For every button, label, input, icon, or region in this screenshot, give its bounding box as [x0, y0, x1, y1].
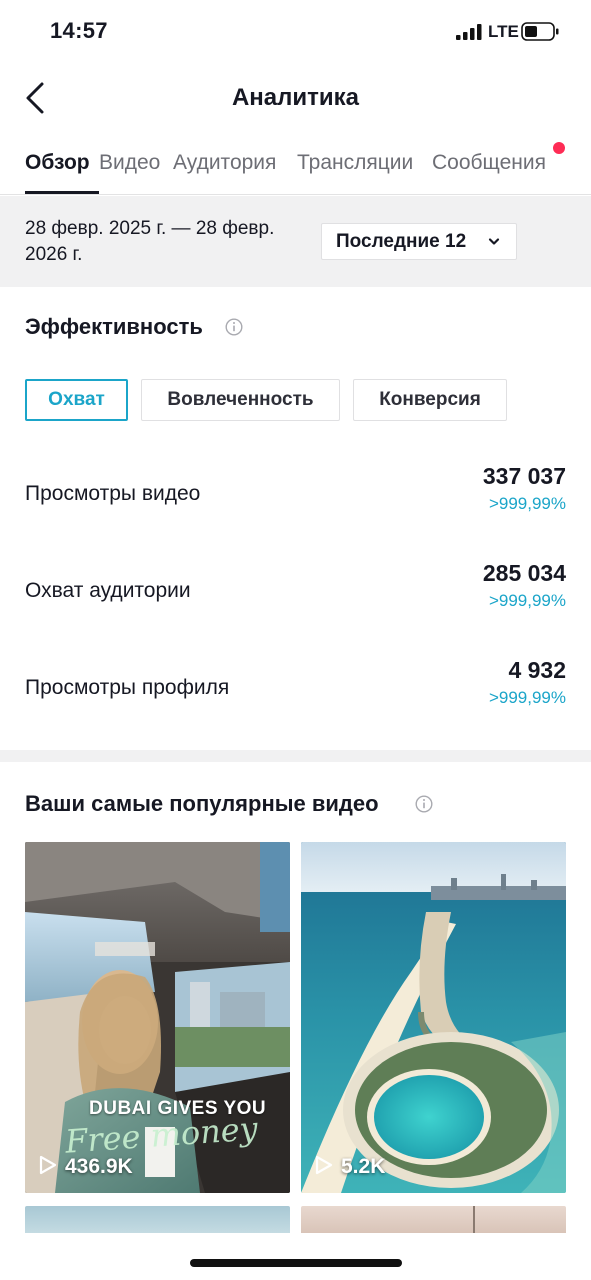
- stat-value: 4 932: [508, 657, 566, 683]
- stat-row-profile-views: Просмотры профиля 4 932 >999,99%: [25, 657, 566, 727]
- network-type: LTE: [488, 22, 519, 41]
- stat-value: 337 037: [482, 463, 566, 489]
- date-range-line2: 2026 г.: [25, 244, 83, 265]
- date-range: 28 февр. 2025 г. — 28 февр. 2026 г.: [25, 216, 315, 268]
- period-label: Последние 12: [336, 231, 467, 252]
- video-card[interactable]: 5.2K: [301, 842, 566, 1193]
- stat-change: >999,99%: [488, 688, 566, 707]
- home-indicator[interactable]: [190, 1259, 402, 1267]
- nav-header: Аналитика: [0, 64, 591, 132]
- battery-icon: [521, 22, 559, 41]
- signal-icon: [456, 24, 482, 40]
- chevron-down-icon: [488, 238, 500, 245]
- video-card-partial[interactable]: [301, 1206, 566, 1233]
- metric-tab-conversion[interactable]: Конверсия: [353, 379, 507, 421]
- tab-live[interactable]: Трансляции: [297, 151, 432, 175]
- status-time: 14:57: [50, 18, 108, 43]
- period-dropdown[interactable]: Последние 12: [321, 223, 517, 260]
- stat-row-video-views: Просмотры видео 337 037 >999,99%: [25, 463, 566, 533]
- video-thumbnail: [301, 842, 566, 1193]
- tab-videos[interactable]: Видео: [99, 151, 173, 175]
- stat-label: Просмотры профиля: [25, 676, 230, 699]
- section-divider: [0, 750, 591, 762]
- status-bar: 14:57 LTE: [0, 0, 591, 64]
- play-icon: [315, 1155, 333, 1175]
- tab-bar: Обзор Видео Аудитория Трансляции Сообщен…: [0, 136, 591, 195]
- video-views: 436.9K: [65, 1155, 133, 1178]
- metric-tab-reach[interactable]: Охват: [25, 379, 128, 421]
- info-icon[interactable]: [415, 795, 433, 813]
- date-bar: 28 февр. 2025 г. — 28 февр. 2026 г. Посл…: [0, 196, 591, 287]
- active-tab-indicator: [25, 191, 99, 194]
- video-card-partial[interactable]: [25, 1206, 290, 1233]
- stat-change: >999,99%: [488, 494, 566, 513]
- stat-value: 285 034: [482, 560, 566, 586]
- top-videos-title: Ваши самые популярные видео: [25, 791, 379, 816]
- info-icon[interactable]: [225, 318, 243, 336]
- video-views: 5.2K: [341, 1155, 386, 1178]
- page-title: Аналитика: [231, 84, 360, 111]
- performance-title: Эффективность: [25, 314, 203, 339]
- tab-messages[interactable]: Сообщения: [432, 151, 566, 175]
- tab-audience[interactable]: Аудитория: [173, 151, 297, 175]
- notification-dot: [553, 142, 565, 154]
- play-icon: [39, 1155, 57, 1175]
- pole-graphic: [473, 1206, 475, 1233]
- metric-tab-engagement[interactable]: Вовлеченность: [141, 379, 340, 421]
- stat-row-audience-reach: Охват аудитории 285 034 >999,99%: [25, 560, 566, 630]
- tab-overview[interactable]: Обзор: [25, 151, 99, 175]
- video-card[interactable]: DUBAI GIVES YOU Free money 436.9K: [25, 842, 290, 1193]
- stat-label: Охват аудитории: [25, 579, 191, 602]
- stat-change: >999,99%: [488, 591, 566, 610]
- stat-label: Просмотры видео: [25, 482, 201, 505]
- date-range-line1: 28 февр. 2025 г. — 28 февр.: [25, 218, 275, 239]
